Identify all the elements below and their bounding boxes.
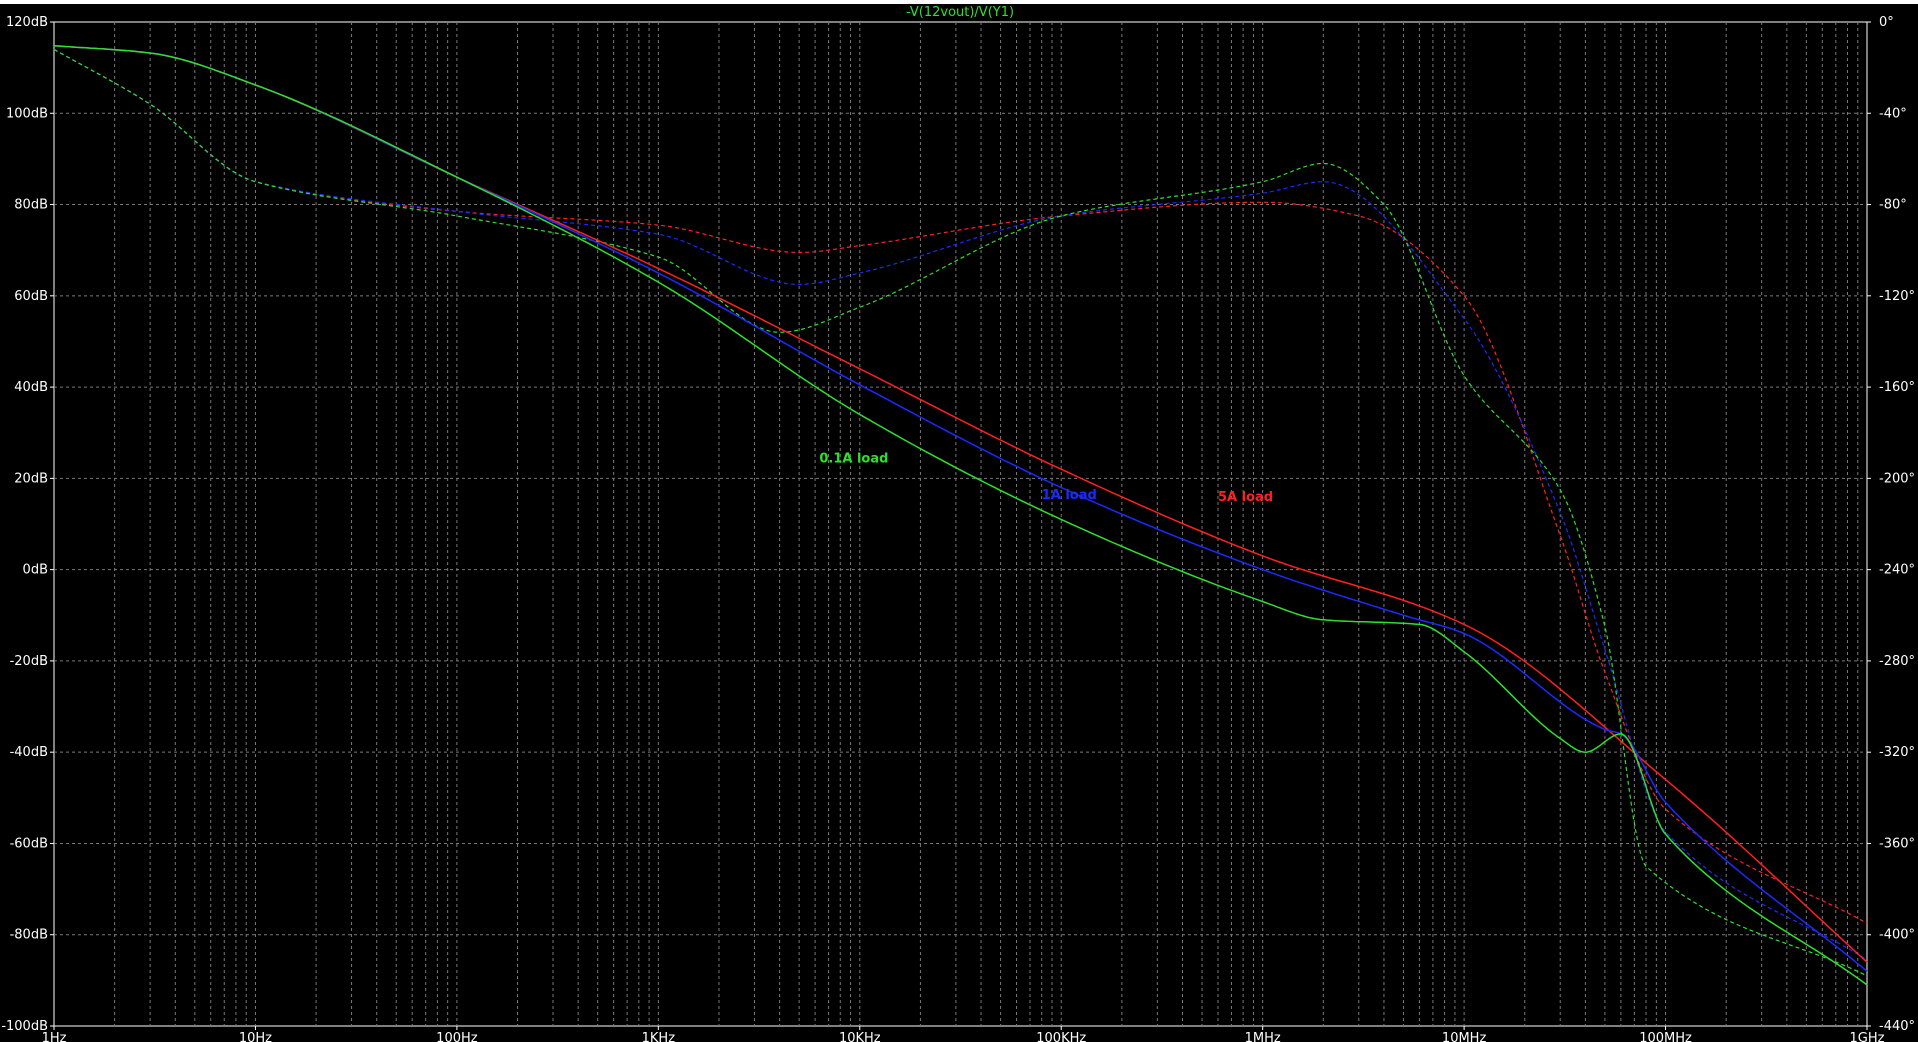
chart-title: -V(12vout)/V(Y1) xyxy=(906,5,1014,20)
y-left-tick-label: 40dB xyxy=(14,380,48,395)
x-tick-label: 1Hz xyxy=(42,1031,67,1042)
y-left-tick-label: -80dB xyxy=(10,928,48,943)
y-right-tick-label: -40° xyxy=(1879,106,1907,121)
y-right-tick-label: -360° xyxy=(1879,836,1915,851)
y-right-tick-label: -120° xyxy=(1879,289,1915,304)
x-tick-label: 100KHz xyxy=(1036,1031,1086,1042)
y-left-tick-label: 20dB xyxy=(14,471,48,486)
y-left-tick-label: -60dB xyxy=(10,836,48,851)
x-tick-label: 10Hz xyxy=(239,1031,272,1042)
y-left-tick-label: 120dB xyxy=(6,15,48,30)
y-right-tick-label: -280° xyxy=(1879,654,1915,669)
x-tick-label: 100MHz xyxy=(1639,1031,1692,1042)
y-left-tick-label: 80dB xyxy=(14,198,48,213)
series-annotation: 1A load xyxy=(1042,488,1097,503)
y-right-tick-label: -400° xyxy=(1879,928,1915,943)
x-tick-label: 10MHz xyxy=(1442,1031,1487,1042)
plot-area-border xyxy=(53,21,1868,1027)
y-right-tick-label: -80° xyxy=(1879,198,1907,213)
x-tick-label: 100Hz xyxy=(436,1031,478,1042)
x-tick-label: 1KHz xyxy=(642,1031,676,1042)
y-left-tick-label: 100dB xyxy=(6,106,48,121)
y-left-tick-label: 60dB xyxy=(14,289,48,304)
y-right-tick-label: -240° xyxy=(1879,563,1915,578)
series-annotation: 0.1A load xyxy=(819,451,888,466)
y-right-tick-label: -320° xyxy=(1879,745,1915,760)
y-left-tick-label: -20dB xyxy=(10,654,48,669)
x-tick-label: 1GHz xyxy=(1850,1031,1885,1042)
series-annotation: 5A load xyxy=(1218,490,1273,505)
y-left-tick-label: -40dB xyxy=(10,745,48,760)
y-left-tick-label: 0dB xyxy=(23,563,48,578)
x-tick-label: 1MHz xyxy=(1245,1031,1281,1042)
y-right-tick-label: 0° xyxy=(1879,15,1894,30)
y-right-tick-label: -200° xyxy=(1879,471,1915,486)
bode-plot: 120dB 100dB 80dB 60dB 40dB 20dB 0dB -20dB -40dB -… xyxy=(1,5,1915,1042)
y-right-tick-label: -160° xyxy=(1879,380,1915,395)
x-tick-label: 10KHz xyxy=(839,1031,881,1042)
